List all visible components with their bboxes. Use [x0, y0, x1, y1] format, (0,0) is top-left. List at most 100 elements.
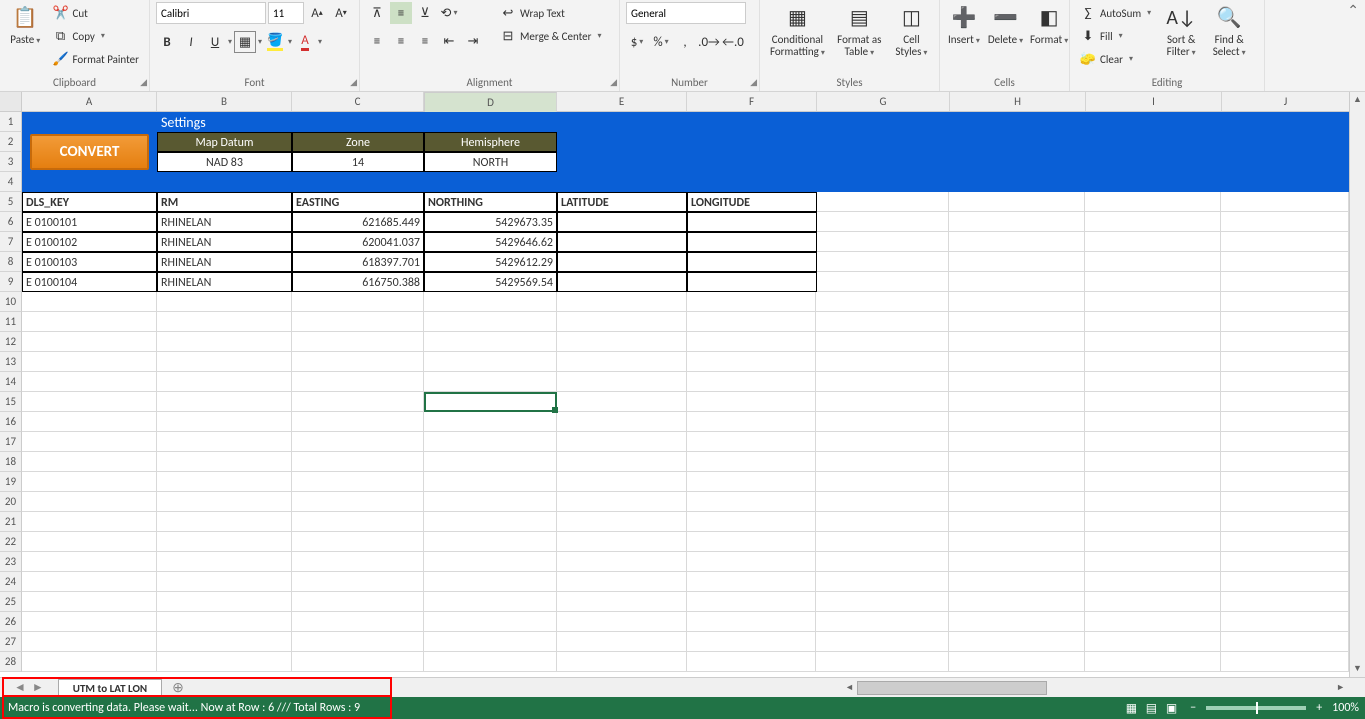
cell-H11[interactable] [949, 312, 1085, 332]
cell-H26[interactable] [949, 612, 1085, 632]
copy-button[interactable]: ⧉Copy [49, 25, 143, 47]
table-header[interactable]: DLS_KEY [22, 192, 157, 212]
cell-J27[interactable] [1221, 632, 1349, 652]
table-cell[interactable]: E 0100103 [22, 252, 157, 272]
cell-E14[interactable] [557, 372, 687, 392]
worksheet-grid[interactable]: 1234567891011121314151617181920212223242… [0, 112, 1349, 677]
cell-F20[interactable] [687, 492, 817, 512]
cell-A23[interactable] [22, 552, 157, 572]
sort-filter-button[interactable]: A↓Sort & Filter [1159, 2, 1203, 60]
cell-H5[interactable] [949, 192, 1085, 212]
bold-button[interactable]: B [156, 31, 178, 53]
format-painter-button[interactable]: 🖌️Format Painter [49, 48, 143, 70]
table-cell[interactable]: 5429673.35 [424, 212, 557, 232]
cell-F17[interactable] [687, 432, 817, 452]
cell-H20[interactable] [949, 492, 1085, 512]
cell-F21[interactable] [687, 512, 817, 532]
row-header[interactable]: 8 [0, 252, 22, 272]
cell-D25[interactable] [424, 592, 557, 612]
cell-D28[interactable] [424, 652, 557, 672]
cell-D11[interactable] [424, 312, 557, 332]
cell-J21[interactable] [1221, 512, 1349, 532]
cell-A26[interactable] [22, 612, 157, 632]
cell-C22[interactable] [292, 532, 424, 552]
table-cell[interactable]: 5429612.29 [424, 252, 557, 272]
cell-G13[interactable] [816, 352, 949, 372]
cell-A13[interactable] [22, 352, 157, 372]
cell-C16[interactable] [292, 412, 424, 432]
alignment-launcher-icon[interactable]: ◢ [610, 77, 617, 88]
cell-F18[interactable] [687, 452, 817, 472]
cell-A18[interactable] [22, 452, 157, 472]
cell-F25[interactable] [687, 592, 817, 612]
cell-J13[interactable] [1221, 352, 1349, 372]
cell-J16[interactable] [1221, 412, 1349, 432]
cell-B16[interactable] [157, 412, 292, 432]
cell-A28[interactable] [22, 652, 157, 672]
font-size-input[interactable] [268, 2, 304, 24]
table-cell[interactable]: E 0100102 [22, 232, 157, 252]
cell-J6[interactable] [1221, 212, 1349, 232]
cell-G22[interactable] [816, 532, 949, 552]
cell-E16[interactable] [557, 412, 687, 432]
cell-H16[interactable] [949, 412, 1085, 432]
cell-D22[interactable] [424, 532, 557, 552]
cell-J28[interactable] [1221, 652, 1349, 672]
table-header[interactable]: NORTHING [424, 192, 557, 212]
cell-E27[interactable] [557, 632, 687, 652]
cell-styles-button[interactable]: ◫Cell Styles [890, 2, 933, 60]
cell-B14[interactable] [157, 372, 292, 392]
underline-button[interactable]: U [204, 31, 226, 53]
cell-F14[interactable] [687, 372, 817, 392]
cell-E17[interactable] [557, 432, 687, 452]
cell-C27[interactable] [292, 632, 424, 652]
row-header[interactable]: 10 [0, 292, 22, 312]
cell-B13[interactable] [157, 352, 292, 372]
cell-E10[interactable] [557, 292, 687, 312]
cell-G9[interactable] [816, 272, 949, 292]
cell-C23[interactable] [292, 552, 424, 572]
cell-B12[interactable] [157, 332, 292, 352]
table-cell[interactable]: 5429646.62 [424, 232, 557, 252]
orientation-icon[interactable]: ⟲ [438, 2, 460, 24]
zoom-level[interactable]: 100% [1332, 701, 1359, 715]
collapse-ribbon-icon[interactable]: ⌃ [1347, 2, 1359, 19]
cell-J17[interactable] [1221, 432, 1349, 452]
cell-A16[interactable] [22, 412, 157, 432]
cell-I14[interactable] [1085, 372, 1221, 392]
cell-G17[interactable] [816, 432, 949, 452]
fill-button[interactable]: ⬇Fill [1076, 25, 1155, 47]
row-header[interactable]: 14 [0, 372, 22, 392]
cell-G23[interactable] [816, 552, 949, 572]
cell-E20[interactable] [557, 492, 687, 512]
cell-J11[interactable] [1221, 312, 1349, 332]
row-header[interactable]: 13 [0, 352, 22, 372]
table-cell[interactable]: RHINELAN [157, 232, 292, 252]
cell-D21[interactable] [424, 512, 557, 532]
column-header-D[interactable]: D [424, 92, 557, 114]
increase-decimal-icon[interactable]: .0→ [698, 31, 720, 53]
row-header[interactable]: 22 [0, 532, 22, 552]
cell-H24[interactable] [949, 572, 1085, 592]
cell-I9[interactable] [1085, 272, 1221, 292]
column-header-J[interactable]: J [1222, 92, 1350, 111]
cell-E15[interactable] [557, 392, 687, 412]
cell-C26[interactable] [292, 612, 424, 632]
decrease-decimal-icon[interactable]: ←.0 [722, 31, 744, 53]
page-layout-icon[interactable]: ▤ [1146, 702, 1157, 716]
conditional-formatting-button[interactable]: ▦Conditional Formatting [766, 2, 829, 60]
cell-G8[interactable] [816, 252, 949, 272]
cell-G28[interactable] [816, 652, 949, 672]
cell-B15[interactable] [157, 392, 292, 412]
cell-I22[interactable] [1085, 532, 1221, 552]
comma-icon[interactable]: , [674, 31, 696, 53]
table-cell[interactable] [557, 272, 687, 292]
cell-H27[interactable] [949, 632, 1085, 652]
delete-button[interactable]: ➖Delete [986, 2, 1025, 60]
cell-H22[interactable] [949, 532, 1085, 552]
cell-B24[interactable] [157, 572, 292, 592]
cell-D12[interactable] [424, 332, 557, 352]
cell-F23[interactable] [687, 552, 817, 572]
cell-G7[interactable] [816, 232, 949, 252]
cell-I17[interactable] [1085, 432, 1221, 452]
